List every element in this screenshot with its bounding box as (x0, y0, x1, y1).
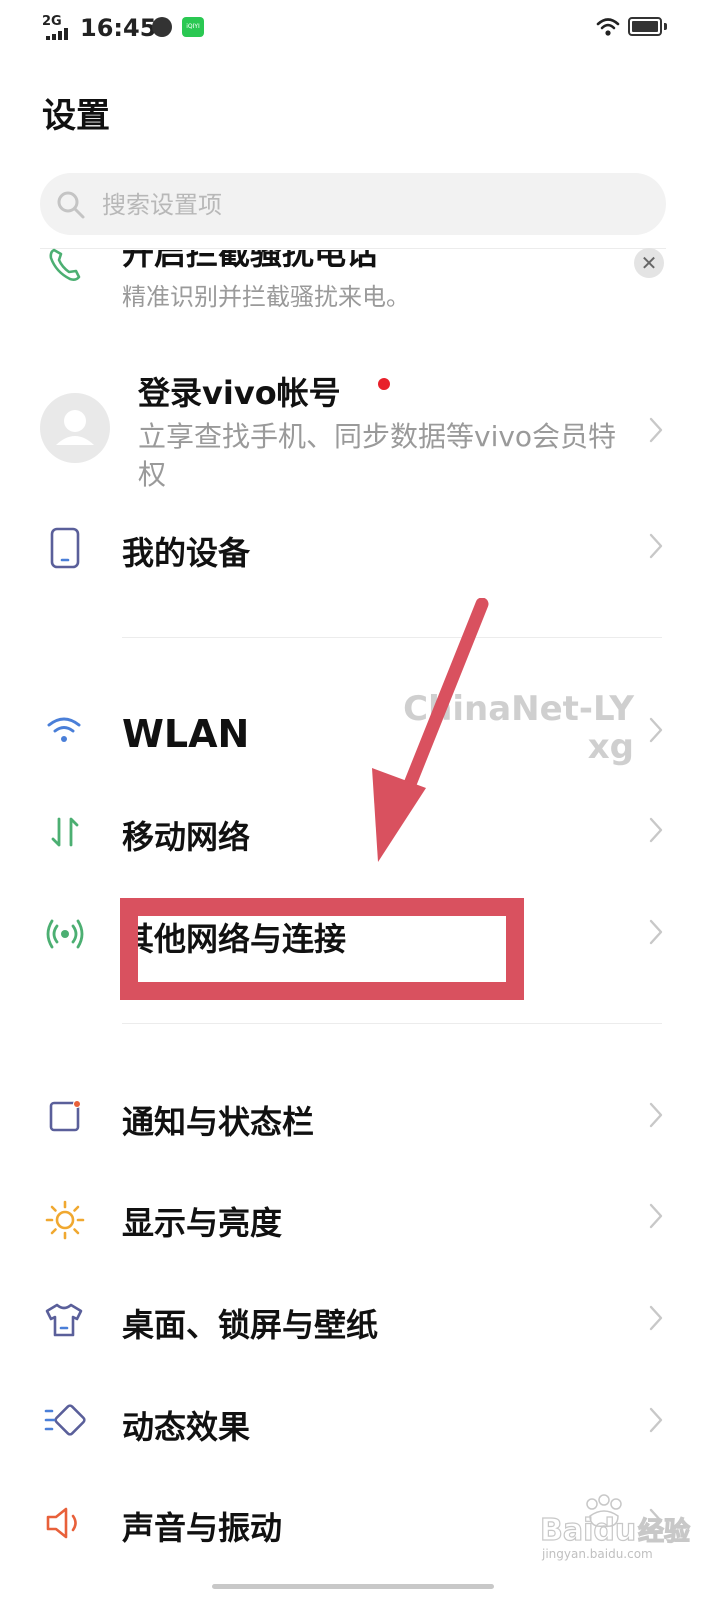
wifi-icon (47, 717, 81, 742)
notification-icon (49, 1100, 81, 1132)
menu-item-wlan[interactable]: WLAN (122, 712, 249, 756)
chevron-right-icon (649, 717, 663, 743)
phone-icon (49, 248, 81, 281)
menu-item-notification[interactable]: 通知与状态栏 (122, 1097, 314, 1143)
chevron-right-icon (649, 919, 663, 945)
avatar[interactable] (40, 393, 110, 463)
gesture-nav-bar[interactable] (212, 1584, 494, 1589)
menu-item-mobile-network[interactable]: 移动网络 (122, 812, 250, 858)
banner-subtitle: 精准识别并拦截骚扰来电。 (122, 283, 410, 311)
chevron-right-icon (649, 1407, 663, 1433)
chevron-right-icon (649, 817, 663, 843)
notification-app-icon (152, 17, 172, 37)
menu-item-display[interactable]: 显示与亮度 (122, 1198, 282, 1244)
section-divider (122, 1023, 662, 1024)
phone-device-icon (50, 527, 80, 569)
baidu-watermark: Baidu 经验 jingyan.baidu.com (540, 1494, 691, 1561)
watermark-url: jingyan.baidu.com (541, 1547, 653, 1561)
watermark-cn: 经验 (638, 1516, 690, 1547)
status-time: 16:45 (80, 14, 157, 42)
menu-item-animation[interactable]: 动态效果 (122, 1402, 250, 1448)
header-divider (40, 248, 666, 249)
chevron-right-icon (649, 1102, 663, 1128)
chevron-right-icon (649, 1305, 663, 1331)
mobile-data-icon (51, 817, 79, 847)
menu-item-sound[interactable]: 声音与振动 (122, 1503, 282, 1549)
user-silhouette-icon (56, 410, 94, 445)
battery-tip (664, 23, 667, 30)
page-title: 设置 (42, 96, 110, 136)
speaker-icon (46, 1507, 77, 1539)
battery-icon (628, 17, 662, 36)
wifi-status-icon (596, 18, 620, 36)
menu-item-desktop[interactable]: 桌面、锁屏与壁纸 (122, 1300, 378, 1346)
banner-title: 开启拦截骚扰电话 (122, 250, 379, 272)
annotation-arrow (372, 598, 489, 862)
account-login-title[interactable]: 登录vivo帐号 (138, 368, 341, 414)
chevron-right-icon (649, 417, 663, 443)
new-badge-dot (378, 378, 390, 390)
menu-item-my-device[interactable]: 我的设备 (122, 528, 250, 574)
tshirt-icon (45, 1303, 83, 1337)
network-type-label: 2G (42, 14, 62, 29)
animation-effect-icon (44, 1404, 86, 1436)
highlight-box (120, 898, 524, 1000)
chevron-right-icon (649, 533, 663, 559)
search-icon (57, 191, 85, 219)
account-subtitle: 立享查找手机、同步数据等vivo会员特权 (138, 420, 617, 491)
search-input[interactable] (100, 186, 644, 224)
close-icon[interactable]: ✕ (634, 248, 664, 278)
watermark-brand: Baidu (540, 1513, 636, 1548)
chevron-right-icon (649, 1203, 663, 1229)
iqiyi-app-icon: iQIYI (182, 17, 204, 37)
connection-icon (46, 919, 84, 949)
signal-icon (46, 28, 68, 40)
brightness-icon (45, 1200, 85, 1240)
